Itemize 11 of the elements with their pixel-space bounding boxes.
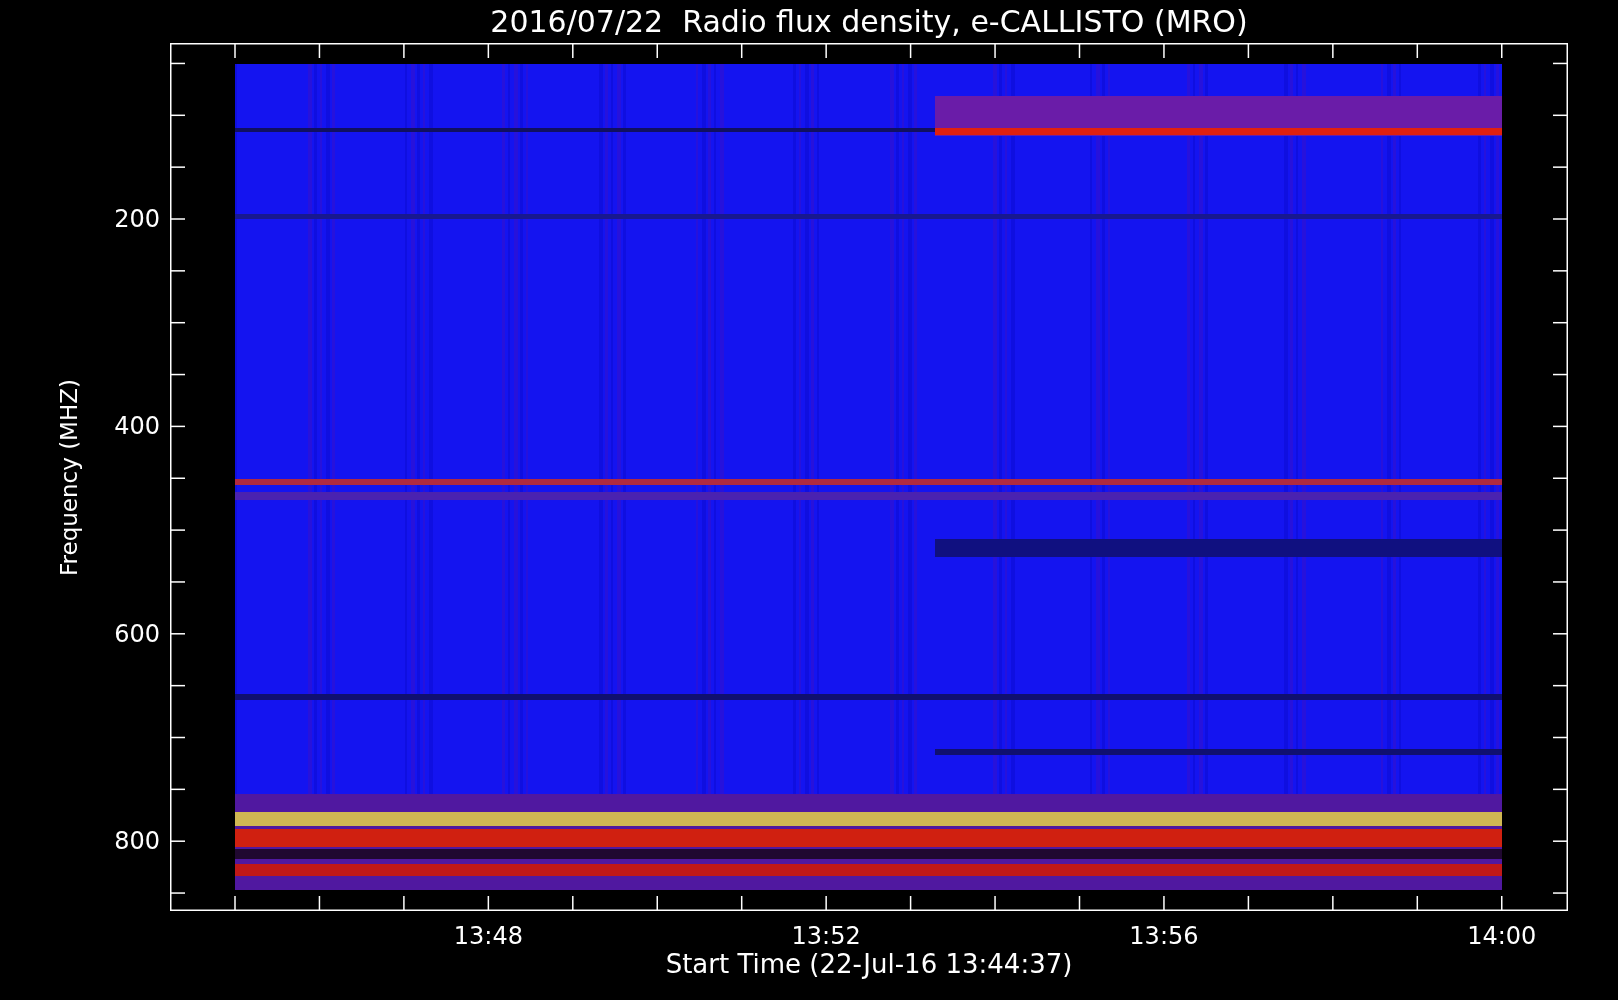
chart-title: 2016/07/22 Radio flux density, e-CALLISTO (MRO) bbox=[490, 6, 1248, 37]
y-tick-label: 800 bbox=[114, 829, 160, 854]
x-tick-label: 13:56 bbox=[1129, 924, 1199, 948]
x-tick-label: 13:48 bbox=[453, 924, 523, 948]
y-tick-label: 600 bbox=[114, 621, 160, 646]
y-axis-label: Frequency (MHZ) bbox=[58, 378, 81, 576]
x-tick-label: 14:00 bbox=[1467, 924, 1537, 948]
y-tick-label: 400 bbox=[114, 414, 160, 439]
x-axis-label: Start Time (22-Jul-16 13:44:37) bbox=[665, 951, 1073, 977]
x-tick-label: 13:52 bbox=[791, 924, 861, 948]
y-tick-label: 200 bbox=[114, 207, 160, 231]
